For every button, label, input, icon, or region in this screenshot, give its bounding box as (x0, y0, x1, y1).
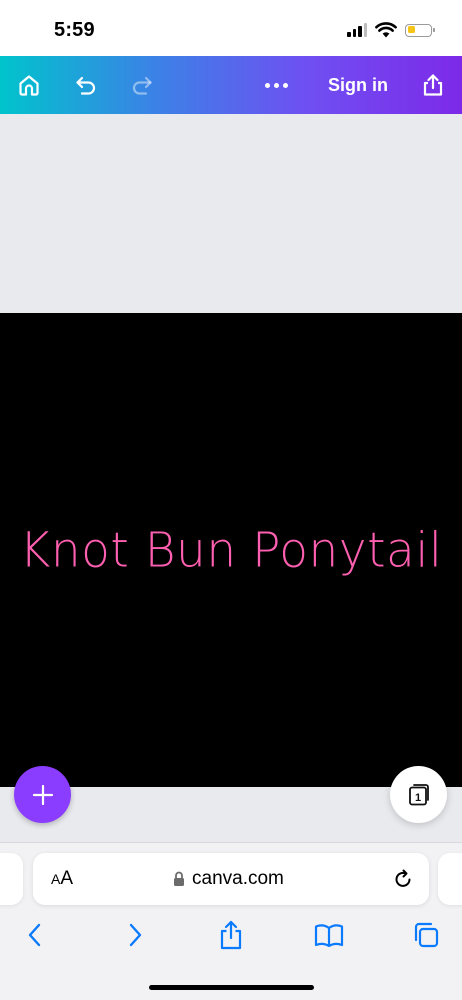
design-page[interactable]: Knot Bun Ponytail (0, 313, 462, 787)
undo-icon[interactable] (72, 71, 100, 99)
canvas-area: Knot Bun Ponytail (0, 114, 462, 842)
status-time: 5:59 (54, 19, 95, 41)
share-icon[interactable] (214, 918, 248, 952)
address-bar[interactable]: AA canva.com (33, 853, 429, 905)
tabs-icon[interactable] (409, 918, 443, 952)
editor-toolbar: Sign in (0, 56, 462, 114)
sign-in-button[interactable]: Sign in (318, 72, 398, 98)
pages-icon: 1 (408, 783, 429, 805)
share-icon[interactable] (419, 71, 447, 99)
design-text[interactable]: Knot Bun Ponytail (20, 522, 443, 578)
text-size-button[interactable]: AA (51, 866, 73, 892)
back-icon[interactable] (18, 918, 52, 952)
battery-fill (407, 26, 415, 33)
wifi-icon (375, 22, 397, 38)
status-icons (347, 19, 435, 41)
home-indicator (149, 985, 314, 990)
lock-icon (174, 871, 184, 886)
home-icon[interactable] (15, 71, 43, 99)
status-bar: 5:59 (0, 0, 462, 56)
more-icon[interactable] (262, 71, 290, 99)
page-count: 1 (414, 792, 420, 804)
next-tab-peek[interactable] (438, 853, 462, 905)
add-element-button[interactable] (14, 766, 71, 823)
browser-bottom-bar: AA canva.com (0, 842, 462, 1000)
battery-icon (405, 23, 435, 37)
redo-icon[interactable] (128, 71, 156, 99)
plus-icon (32, 784, 53, 805)
url-display[interactable]: canva.com (173, 866, 284, 892)
bookmarks-icon[interactable] (312, 918, 346, 952)
forward-icon[interactable] (118, 918, 152, 952)
design-text-element[interactable]: Knot Bun Ponytail (0, 313, 462, 787)
pages-button[interactable]: 1 (390, 766, 447, 823)
reload-icon[interactable] (391, 867, 415, 891)
url-text: canva.com (192, 868, 284, 889)
browser-nav-row (0, 918, 462, 952)
cellular-signal-icon (347, 23, 367, 37)
previous-tab-peek[interactable] (0, 853, 23, 905)
